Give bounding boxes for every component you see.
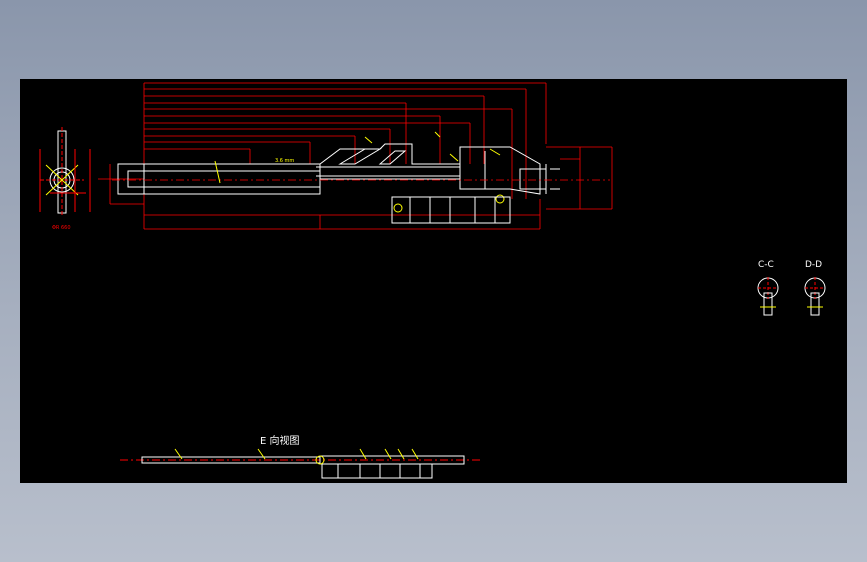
- left-reference-label: ΦR 660: [52, 225, 71, 231]
- end-view: [39, 127, 91, 215]
- view-e-label: E 向视图: [260, 434, 300, 447]
- annotation-leaders: [214, 131, 505, 213]
- section-d-label: D-D: [805, 260, 822, 270]
- dimension-lines-top: [98, 82, 613, 230]
- section-c: [757, 277, 779, 316]
- main-dimension-label: 3.6 mm: [275, 158, 294, 164]
- cad-drawing-viewport[interactable]: ΦR 660 3.6 mm C-C D-D E 向视图: [20, 79, 847, 483]
- bracket-block: [391, 196, 511, 224]
- section-c-label: C-C: [758, 260, 774, 270]
- view-e: [120, 448, 482, 479]
- section-d: [804, 277, 826, 316]
- cad-drawing: ΦR 660 3.6 mm C-C D-D E 向视图: [39, 82, 826, 479]
